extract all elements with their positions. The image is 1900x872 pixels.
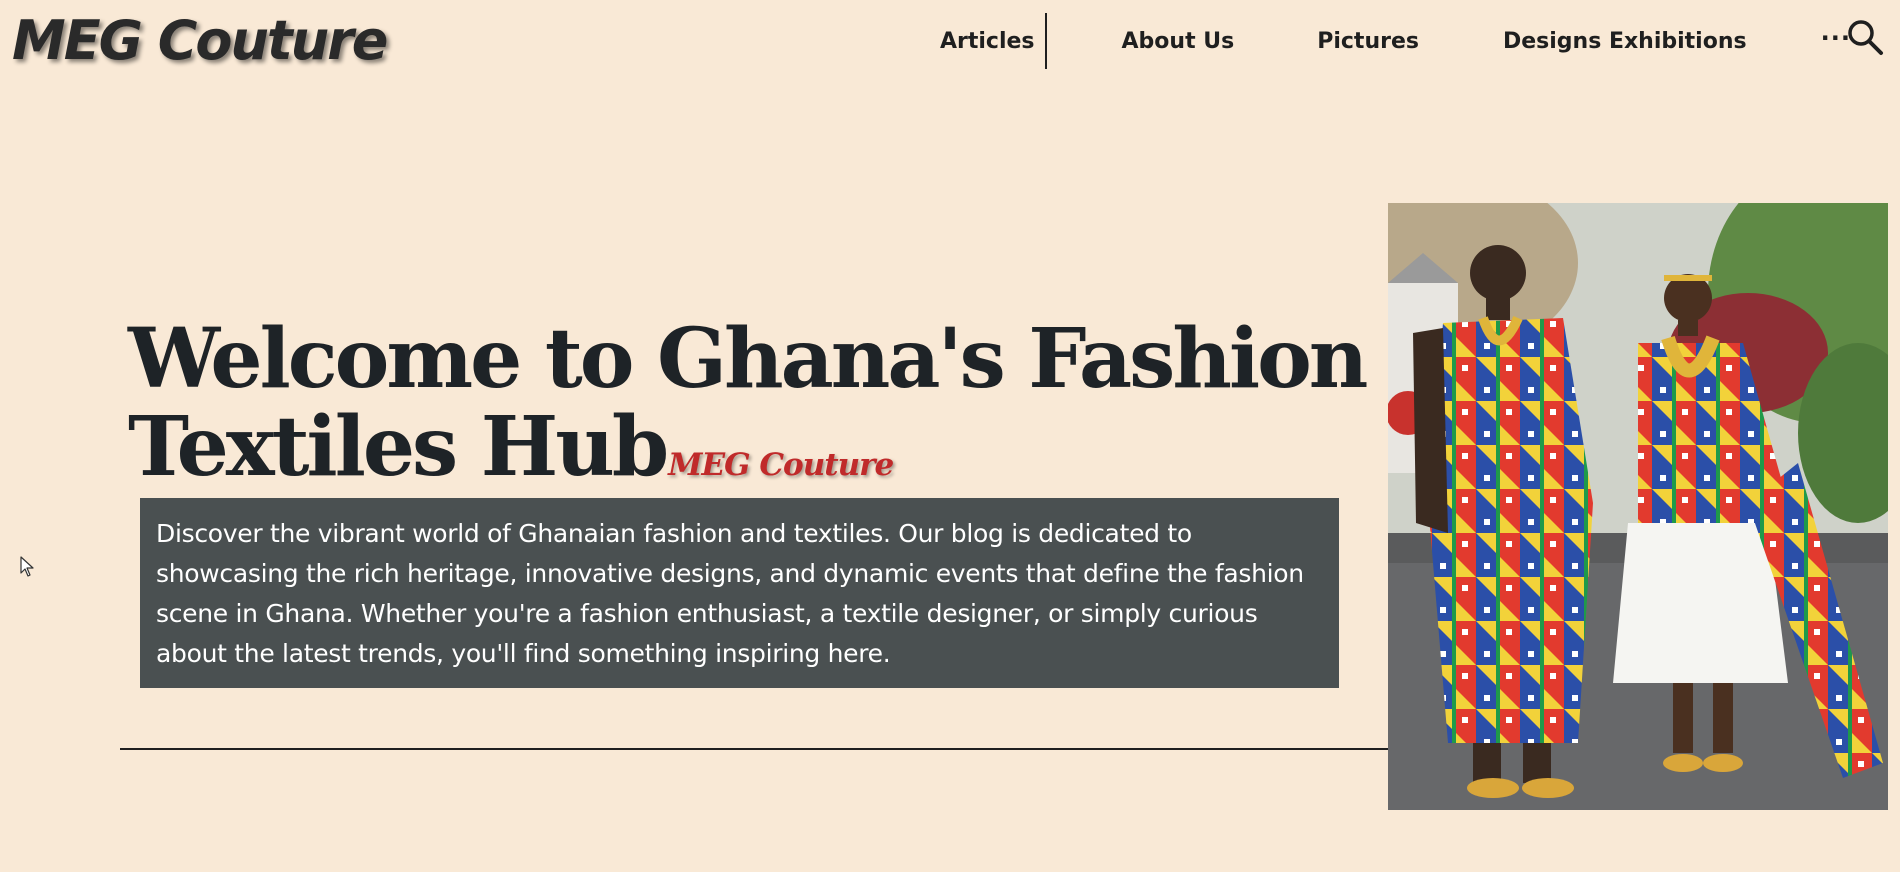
main-navigation: Articles About Us Pictures Designs Exhib… bbox=[940, 0, 1851, 82]
search-button[interactable] bbox=[1846, 18, 1884, 56]
mouse-cursor-icon bbox=[20, 556, 34, 577]
intro-text: Discover the vibrant world of Ghanaian f… bbox=[156, 519, 1304, 668]
hero-brand-tag: MEG Couture bbox=[668, 447, 894, 483]
nav-divider bbox=[1044, 13, 1047, 69]
hero-title-line-2-text: Textiles Hub bbox=[128, 399, 669, 495]
site-logo[interactable]: MEG Couture bbox=[12, 14, 388, 68]
hero-title-line-1: Welcome to Ghana's Fashion & bbox=[128, 311, 1465, 407]
hero-title: Welcome to Ghana's Fashion & Textiles Hu… bbox=[128, 311, 1465, 509]
nav-designs-exhibitions[interactable]: Designs Exhibitions bbox=[1503, 29, 1747, 54]
couple-in-kente-cloth-photo bbox=[1388, 203, 1888, 810]
hero-divider bbox=[120, 748, 1390, 750]
intro-box: Discover the vibrant world of Ghanaian f… bbox=[140, 498, 1339, 688]
nav-pictures[interactable]: Pictures bbox=[1317, 29, 1419, 54]
hero-title-line-2: Textiles HubMEG Couture bbox=[128, 403, 1462, 509]
search-icon bbox=[1848, 20, 1883, 55]
hero-photo bbox=[1388, 203, 1888, 810]
nav-articles[interactable]: Articles bbox=[940, 29, 1045, 54]
nav-about-us[interactable]: About Us bbox=[1122, 29, 1235, 54]
